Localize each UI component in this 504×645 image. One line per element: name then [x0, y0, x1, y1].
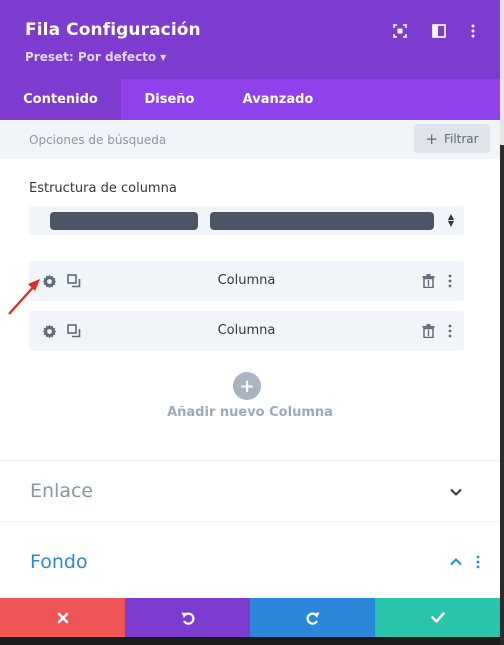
preset-label: Preset: Por defecto: [25, 50, 157, 64]
column-label: Columna: [217, 273, 276, 288]
background-edge: [500, 0, 504, 645]
tab-avanzado[interactable]: Avanzado: [218, 79, 338, 120]
row-settings-panel: Fila Configuración Preset: Por defecto ▼ …: [0, 0, 500, 637]
undo-button[interactable]: [125, 598, 250, 637]
more-vertical-icon[interactable]: [464, 22, 482, 40]
search-input[interactable]: [14, 126, 409, 153]
plus-icon: +: [239, 375, 255, 397]
caret-down-icon: ▼: [160, 53, 167, 62]
more-vertical-icon[interactable]: [441, 322, 459, 340]
column-structure-block: [50, 212, 198, 230]
cancel-button[interactable]: [0, 598, 125, 637]
column-label: Columna: [217, 323, 276, 338]
divider: [0, 521, 500, 522]
column-structure-block: [210, 212, 434, 230]
panel-header: Fila Configuración Preset: Por defecto ▼: [0, 0, 500, 79]
undo-icon: [181, 612, 194, 625]
column-structure-select[interactable]: ▲ ▼: [29, 206, 464, 235]
save-button[interactable]: [375, 598, 500, 637]
column-item[interactable]: Columna: [29, 261, 464, 301]
tab-diseno[interactable]: Diseño: [121, 79, 218, 120]
tab-contenido[interactable]: Contenido: [0, 79, 121, 120]
duplicate-icon[interactable]: [65, 322, 83, 340]
section-enlace-title[interactable]: Enlace: [30, 480, 93, 502]
more-vertical-icon[interactable]: [441, 272, 459, 290]
panel-title: Fila Configuración: [25, 20, 201, 40]
add-column-label[interactable]: Añadir nuevo Columna: [0, 405, 500, 420]
filter-label: Filtrar: [443, 131, 479, 146]
duplicate-icon[interactable]: [65, 272, 83, 290]
column-structure-label: Estructura de columna: [29, 181, 177, 196]
trash-icon[interactable]: [419, 272, 437, 290]
redo-icon: [306, 612, 319, 625]
screenshot-icon[interactable]: [391, 22, 409, 40]
add-column-button[interactable]: +: [233, 372, 261, 400]
section-fondo-title[interactable]: Fondo: [30, 551, 88, 573]
chevron-down-icon[interactable]: [447, 483, 465, 501]
tab-bar: Contenido Diseño Avanzado: [0, 79, 500, 120]
check-icon: [430, 612, 445, 623]
trash-icon[interactable]: [419, 322, 437, 340]
split-view-icon[interactable]: [430, 22, 448, 40]
column-item[interactable]: Columna: [29, 311, 464, 351]
select-arrows-icon: ▲ ▼: [447, 212, 454, 228]
filter-button[interactable]: + Filtrar: [414, 124, 490, 153]
preset-selector[interactable]: Preset: Por defecto ▼: [25, 50, 166, 64]
divider: [0, 460, 500, 461]
plus-icon: +: [425, 129, 438, 148]
close-icon: [57, 612, 68, 623]
more-vertical-icon[interactable]: [469, 553, 487, 571]
action-footer: [0, 598, 500, 637]
annotation-arrow-icon: [8, 279, 40, 315]
background-edge-light: [500, 0, 504, 145]
chevron-up-icon[interactable]: [447, 553, 465, 571]
redo-button[interactable]: [250, 598, 375, 637]
